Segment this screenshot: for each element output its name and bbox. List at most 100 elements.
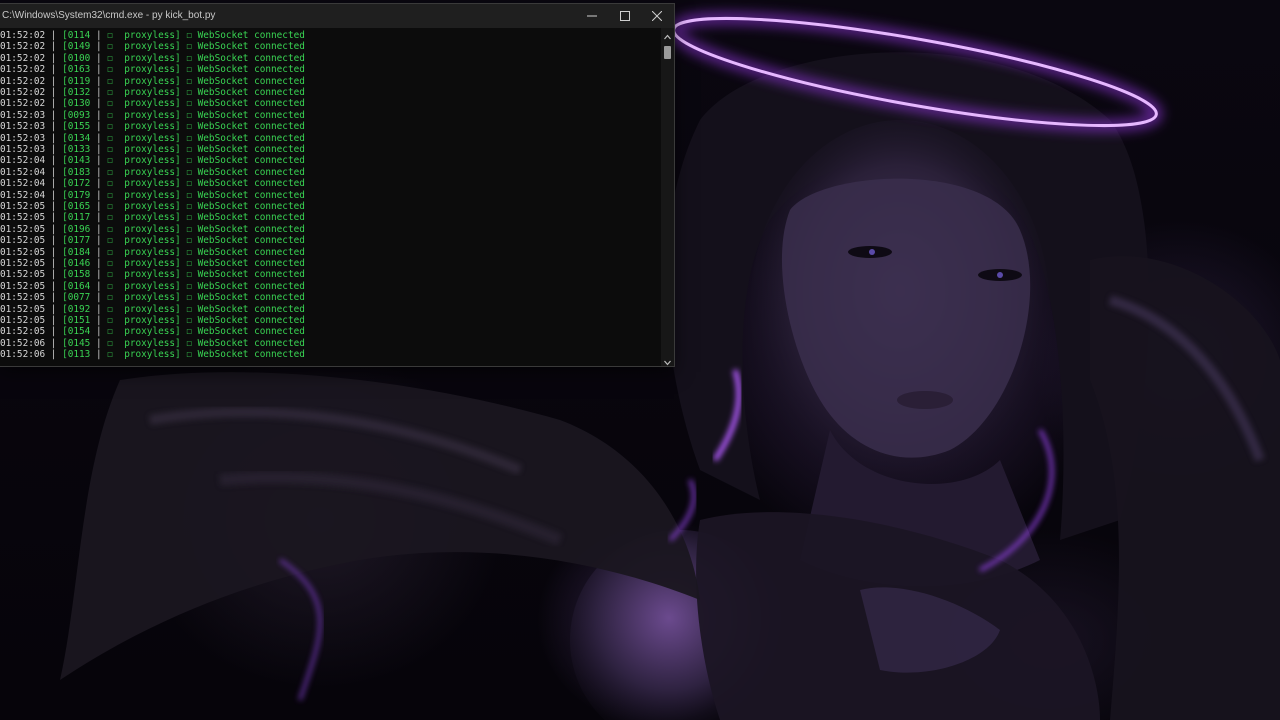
log-separator: | [45, 30, 63, 41]
log-spacer [113, 235, 124, 246]
log-mode: proxyless [124, 303, 176, 315]
log-separator: | [45, 144, 63, 155]
log-bot-id: [0163 [62, 64, 91, 76]
log-message: WebSocket connected [197, 87, 305, 98]
log-separator: | [90, 132, 108, 144]
console-window[interactable]: C:\Windows\System32\cmd.exe - py kick_bo… [0, 4, 674, 366]
log-line: 01:52:04 | [0183 | ☐ proxyless] ☐ WebSoc… [0, 167, 305, 178]
log-separator: | [45, 64, 63, 76]
log-timestamp: 01:52:03 [0, 144, 46, 155]
log-mode: proxyless [124, 201, 176, 212]
vertical-scrollbar[interactable] [661, 28, 674, 366]
log-bot-id: [0114 [62, 30, 91, 41]
log-line: 01:52:05 | [0077 | ☐ proxyless] ☐ WebSoc… [0, 292, 305, 303]
log-spacer [113, 167, 124, 178]
log-mode: proxyless [124, 189, 176, 201]
log-separator: | [45, 109, 63, 121]
log-separator: | [45, 98, 63, 110]
log-separator: | [45, 41, 63, 53]
log-separator: | [45, 292, 63, 304]
log-line: 01:52:02 | [0130 | ☐ proxyless] ☐ WebSoc… [0, 98, 305, 109]
log-line: 01:52:05 | [0196 | ☐ proxyless] ☐ WebSoc… [0, 224, 305, 235]
log-line: 01:52:03 | [0093 | ☐ proxyless] ☐ WebSoc… [0, 110, 305, 121]
log-bracket: ] [175, 166, 187, 178]
log-timestamp: 01:52:05 [0, 258, 46, 269]
maximize-icon [620, 11, 630, 21]
log-line: 01:52:02 | [0132 | ☐ proxyless] ☐ WebSoc… [0, 87, 305, 98]
log-bracket: ] [175, 269, 187, 281]
arrow-up-icon [664, 34, 671, 40]
log-mode: proxyless [124, 52, 176, 64]
log-bracket: ] [175, 109, 187, 121]
log-bot-id: [0151 [62, 315, 91, 326]
log-bot-id: [0146 [62, 258, 91, 269]
log-message: WebSocket connected [197, 315, 305, 326]
scroll-thumb[interactable] [664, 46, 671, 59]
log-message: WebSocket connected [197, 30, 305, 41]
log-separator: | [90, 269, 108, 281]
scroll-up-button[interactable] [661, 28, 674, 40]
log-timestamp: 01:52:03 [0, 132, 46, 144]
log-message: WebSocket connected [197, 121, 305, 133]
log-bot-id: [0130 [62, 98, 91, 110]
maximize-button[interactable] [609, 4, 641, 28]
log-separator: | [45, 155, 63, 167]
log-spacer [113, 201, 124, 212]
log-spacer [113, 224, 124, 235]
log-bot-id: [0143 [62, 155, 91, 167]
log-bracket: ] [175, 326, 187, 338]
log-spacer [113, 155, 124, 166]
scroll-down-button[interactable] [661, 354, 674, 366]
log-bracket: ] [175, 235, 187, 247]
log-message: WebSocket connected [197, 166, 305, 178]
log-bot-id: [0117 [62, 212, 91, 224]
log-timestamp: 01:52:05 [0, 280, 46, 292]
log-message: WebSocket connected [197, 235, 305, 247]
log-bracket: ] [175, 337, 187, 349]
log-separator: | [90, 155, 108, 167]
log-line: 01:52:05 | [0154 | ☐ proxyless] ☐ WebSoc… [0, 326, 305, 337]
log-bracket: ] [175, 87, 187, 98]
log-mode: proxyless [124, 144, 176, 155]
log-timestamp: 01:52:02 [0, 75, 46, 87]
log-mode: proxyless [124, 75, 176, 87]
log-timestamp: 01:52:04 [0, 155, 46, 167]
log-separator: | [90, 223, 108, 235]
log-bot-id: [0077 [62, 292, 91, 304]
log-bracket: ] [175, 223, 187, 235]
minimize-button[interactable] [576, 4, 608, 28]
log-mode: proxyless [124, 87, 176, 98]
log-spacer [113, 110, 124, 121]
log-message: WebSocket connected [197, 223, 305, 235]
log-timestamp: 01:52:04 [0, 166, 46, 178]
log-separator: | [90, 349, 108, 361]
log-timestamp: 01:52:05 [0, 235, 46, 247]
log-spacer [113, 30, 124, 41]
log-message: WebSocket connected [197, 189, 305, 201]
log-bracket: ] [175, 258, 187, 269]
log-separator: | [45, 326, 63, 338]
log-bot-id: [0164 [62, 280, 91, 292]
log-mode: proxyless [124, 223, 176, 235]
log-mode: proxyless [124, 41, 176, 53]
log-line: 01:52:05 | [0117 | ☐ proxyless] ☐ WebSoc… [0, 212, 305, 223]
log-bracket: ] [175, 41, 187, 53]
log-line: 01:52:06 | [0113 | ☐ proxyless] ☐ WebSoc… [0, 349, 305, 360]
log-bracket: ] [175, 144, 187, 155]
log-line: 01:52:04 | [0143 | ☐ proxyless] ☐ WebSoc… [0, 155, 305, 166]
close-button[interactable] [641, 4, 673, 28]
log-line: 01:52:06 | [0145 | ☐ proxyless] ☐ WebSoc… [0, 338, 305, 349]
log-bot-id: [0184 [62, 246, 91, 258]
log-message: WebSocket connected [197, 292, 305, 304]
log-separator: | [90, 280, 108, 292]
log-mode: proxyless [124, 98, 176, 110]
log-bot-id: [0155 [62, 121, 91, 133]
log-line: 01:52:02 | [0114 | ☐ proxyless] ☐ WebSoc… [0, 30, 305, 41]
log-line: 01:52:05 | [0164 | ☐ proxyless] ☐ WebSoc… [0, 281, 305, 292]
title-bar[interactable]: C:\Windows\System32\cmd.exe - py kick_bo… [0, 4, 674, 28]
log-timestamp: 01:52:03 [0, 109, 46, 121]
log-spacer [113, 212, 124, 223]
log-separator: | [45, 235, 63, 247]
log-spacer [113, 258, 124, 269]
console-output[interactable]: 01:52:02 | [0114 | ☐ proxyless] ☐ WebSoc… [0, 28, 661, 366]
